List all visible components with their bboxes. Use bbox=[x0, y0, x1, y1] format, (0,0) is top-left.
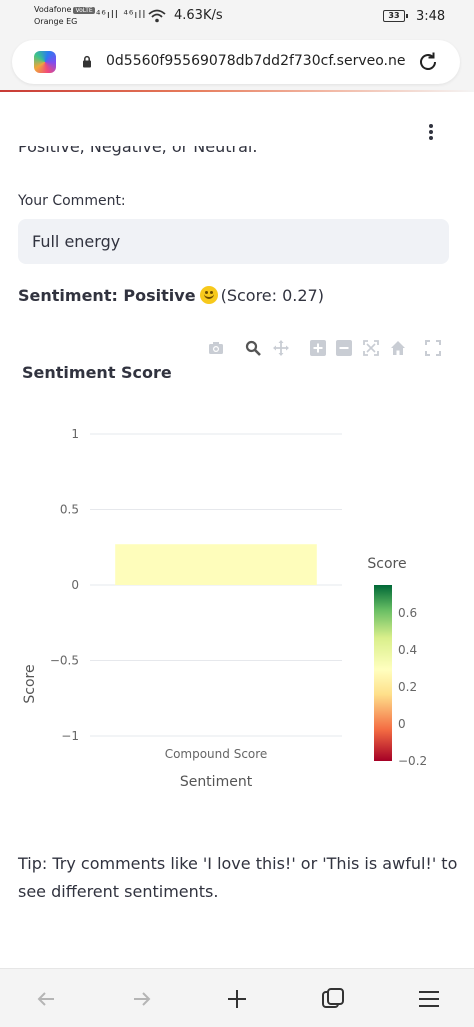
colorbar-tick-label: 0.4 bbox=[398, 643, 417, 657]
x-axis-title: Sentiment bbox=[180, 774, 253, 790]
lock-icon[interactable] bbox=[82, 55, 92, 68]
x-category-labels: Compound Score bbox=[165, 747, 268, 761]
copilot-logo[interactable] bbox=[34, 51, 56, 73]
back-arrow-icon[interactable] bbox=[34, 987, 58, 1011]
bar-compound-score[interactable] bbox=[115, 544, 317, 585]
pan-icon[interactable] bbox=[273, 340, 289, 356]
sentiment-result: Sentiment: Positive (Score: 0.27) bbox=[18, 286, 324, 305]
volte-badge: VoLTE bbox=[73, 7, 95, 14]
new-tab-icon[interactable] bbox=[225, 987, 249, 1011]
carrier-primary: Vodafone bbox=[34, 5, 72, 14]
colorbar-tick-label: 0 bbox=[398, 717, 406, 731]
comment-label: Your Comment: bbox=[18, 193, 126, 209]
clock: 3:48 bbox=[416, 9, 446, 24]
fullscreen-icon[interactable] bbox=[425, 340, 441, 356]
home-icon[interactable] bbox=[390, 340, 406, 356]
main-menu-icon[interactable] bbox=[424, 122, 438, 142]
url-text[interactable]: 0d5560f95569078db7dd2f730cf.serveo.ne bbox=[106, 53, 422, 69]
zoom-out-icon[interactable] bbox=[336, 340, 352, 356]
tabs-icon[interactable] bbox=[321, 987, 345, 1011]
chart-bars bbox=[115, 544, 317, 585]
y-tick-label: 0.5 bbox=[60, 503, 79, 517]
smiley-icon bbox=[199, 286, 218, 304]
colorbar-tick-label: 0.6 bbox=[398, 606, 417, 620]
browser-bottom-nav bbox=[0, 968, 474, 1027]
colorbar-tick-label: 0.2 bbox=[398, 680, 417, 694]
sentiment-label: Sentiment: Positive bbox=[18, 286, 196, 305]
y-tick-label: −0.5 bbox=[50, 654, 79, 668]
reload-icon[interactable] bbox=[416, 50, 440, 74]
y-tick-labels: 1 0.5 0 −0.5 −1 bbox=[50, 427, 79, 743]
zoom-in-icon[interactable] bbox=[310, 340, 326, 356]
carrier-secondary: Orange EG bbox=[34, 17, 78, 26]
wifi-icon bbox=[148, 9, 166, 23]
y-tick-label: 0 bbox=[71, 578, 79, 592]
y-axis-title: Score bbox=[22, 664, 38, 703]
signal-icon: ⁴⁶ıll ⁴⁶ıll bbox=[96, 8, 147, 21]
colorbar-tick-labels: 0.6 0.4 0.2 0 −0.2 bbox=[398, 606, 427, 768]
colorbar-tick-label: −0.2 bbox=[398, 754, 427, 768]
address-bar[interactable]: 0d5560f95569078db7dd2f730cf.serveo.ne bbox=[12, 40, 460, 84]
status-bar: Vodafone VoLTE Orange EG ⁴⁶ıll ⁴⁶ıll 4.63… bbox=[0, 0, 474, 36]
colorbar bbox=[374, 585, 392, 761]
x-category-label: Compound Score bbox=[165, 747, 268, 761]
autoscale-icon[interactable] bbox=[363, 340, 379, 356]
comment-input[interactable]: Full energy bbox=[18, 219, 449, 264]
zoom-icon[interactable] bbox=[245, 340, 261, 356]
y-tick-label: 1 bbox=[71, 427, 79, 441]
menu-icon[interactable] bbox=[417, 987, 441, 1011]
sentiment-chart[interactable]: Sentiment Score 1 0.5 0 −0.5 −1 Compound Sco… bbox=[0, 362, 474, 812]
tip-text: Tip: Try comments like 'I love this!' or… bbox=[18, 854, 458, 901]
chart-title: Sentiment Score bbox=[22, 363, 172, 382]
carrier-info: Vodafone VoLTE Orange EG bbox=[34, 4, 95, 27]
camera-icon[interactable] bbox=[208, 340, 224, 356]
browser-toolbar: 0d5560f95569078db7dd2f730cf.serveo.ne bbox=[0, 36, 474, 92]
colorbar-title: Score bbox=[367, 556, 406, 572]
y-tick-label: −1 bbox=[61, 729, 79, 743]
network-speed: 4.63K/s bbox=[174, 8, 223, 23]
instructions-text: Positive, Negative, or Neutral. bbox=[18, 146, 258, 156]
battery-icon: 33 bbox=[383, 10, 408, 22]
sentiment-score: (Score: 0.27) bbox=[220, 286, 324, 305]
forward-arrow-icon[interactable] bbox=[130, 987, 154, 1011]
streamlit-page: Positive, Negative, or Neutral. Your Com… bbox=[0, 92, 474, 968]
